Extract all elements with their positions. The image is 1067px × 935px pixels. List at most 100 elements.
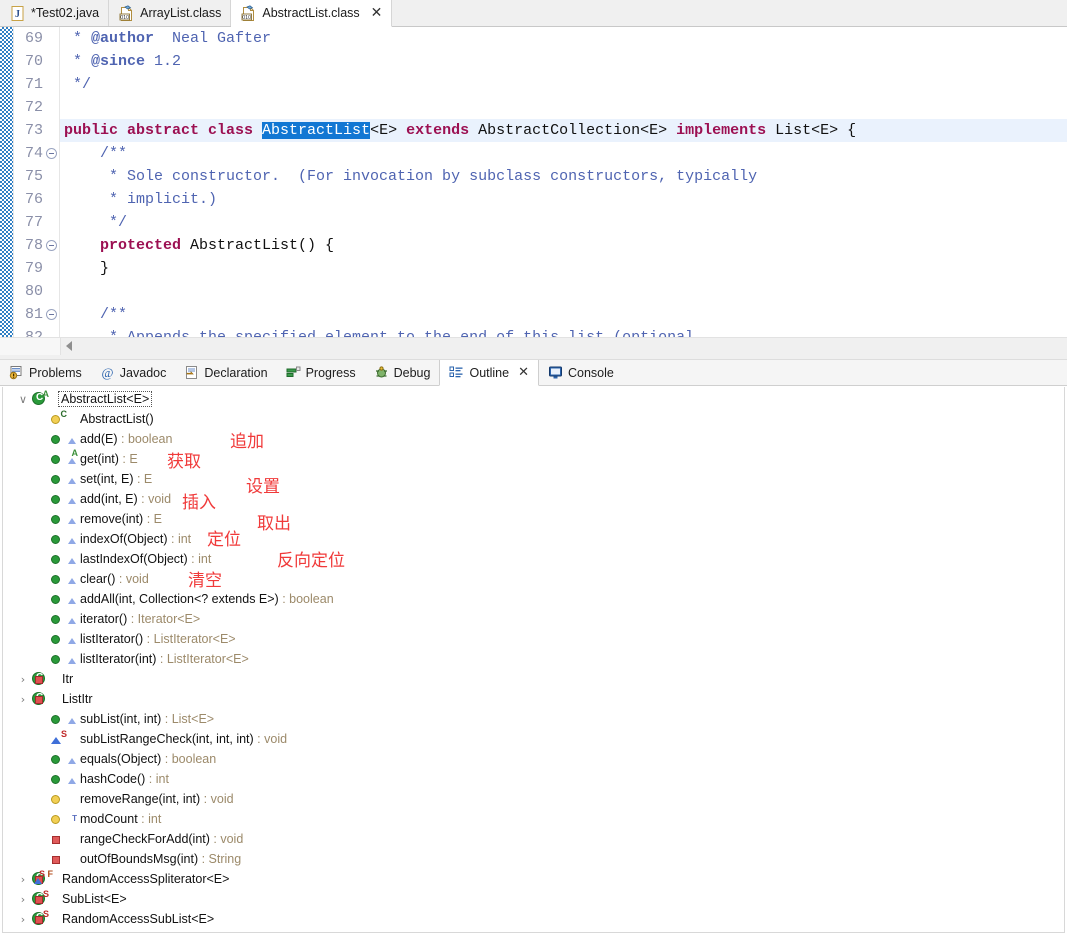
code-line[interactable]: * Appends the specified element to the e… xyxy=(60,326,1067,337)
outline-row[interactable]: ∨A AbstractList<E> xyxy=(3,389,1064,409)
chevron-right-icon[interactable]: › xyxy=(15,913,31,926)
view-tab-javadoc[interactable]: @ Javadoc xyxy=(91,360,176,385)
outline-item-name: listIterator(int) xyxy=(80,652,157,666)
outline-row[interactable]: ›SF RandomAccessSpliterator<E> xyxy=(3,869,1064,889)
outline-row[interactable]: indexOf(Object) : int xyxy=(3,529,1064,549)
outline-row[interactable]: remove(int) : E xyxy=(3,509,1064,529)
code-line[interactable]: * @since 1.2 xyxy=(60,50,1067,73)
outline-row[interactable]: iterator() : Iterator<E> xyxy=(3,609,1064,629)
outline-tree[interactable]: ∨AAbstractList<E>CAbstractList() add(E) :… xyxy=(2,387,1065,933)
fold-collapse-icon[interactable] xyxy=(46,309,57,320)
view-tab-debug[interactable]: Debug xyxy=(365,360,440,385)
fold-collapse-icon[interactable] xyxy=(46,240,57,251)
code-line[interactable]: * Sole constructor. (For invocation by s… xyxy=(60,165,1067,188)
javadoc-icon: @ xyxy=(100,365,115,380)
editor-tab-label: *Test02.java xyxy=(31,6,100,20)
outline-row[interactable]: › ListItr xyxy=(3,689,1064,709)
outline-item-label: hashCode() : int xyxy=(80,772,169,786)
line-number: 80 xyxy=(24,283,43,300)
outline-row[interactable]: Aget(int) : E xyxy=(3,448,1064,469)
view-tab-declaration[interactable]: Declaration xyxy=(175,360,276,385)
outline-item-label: subList(int, int) : List<E> xyxy=(80,712,214,726)
close-icon[interactable]: ✕ xyxy=(371,6,383,20)
code-token: @since xyxy=(91,53,146,70)
outline-row[interactable]: SsubListRangeCheck(int, int, int) : void xyxy=(3,729,1064,749)
outline-item-type: : List<E> xyxy=(161,712,215,726)
code-line[interactable] xyxy=(60,96,1067,119)
outline-row[interactable]: TmodCount : int xyxy=(3,809,1064,829)
outline-row[interactable]: ›S SubList<E> xyxy=(3,889,1064,909)
view-tab-label: Declaration xyxy=(204,365,268,380)
editor-tab-1[interactable]: 010 ArrayList.class xyxy=(109,0,232,26)
outline-item-type: : int xyxy=(145,772,169,786)
view-tab-progress[interactable]: Progress xyxy=(277,360,365,385)
editor-horizontal-scrollbar[interactable] xyxy=(0,337,1067,355)
code-line[interactable]: */ xyxy=(60,211,1067,234)
chevron-right-icon[interactable]: › xyxy=(15,693,31,706)
outline-item-label: add(E) : boolean xyxy=(80,432,172,446)
view-tab-outline[interactable]: Outline ✕ xyxy=(439,360,539,386)
outline-row[interactable]: ›S RandomAccessSubList<E> xyxy=(3,909,1064,929)
fold-collapse-icon[interactable] xyxy=(46,148,57,159)
scrollbar-track[interactable] xyxy=(77,337,1067,355)
code-line[interactable]: */ xyxy=(60,73,1067,96)
code-line[interactable]: } xyxy=(60,257,1067,280)
close-icon[interactable]: ✕ xyxy=(518,365,529,380)
outline-row[interactable]: listIterator() : ListIterator<E> xyxy=(3,629,1064,649)
code-editor[interactable]: 69 70 71 72 73 74 75 76 77 78 79 80 81 82 * @author N… xyxy=(0,27,1067,337)
outline-row[interactable]: subList(int, int) : List<E> xyxy=(3,709,1064,729)
chevron-right-icon[interactable]: › xyxy=(15,673,31,686)
outline-item-type: : int xyxy=(187,552,212,566)
outline-row[interactable]: rangeCheckForAdd(int) : void xyxy=(3,829,1064,849)
view-tab-console[interactable]: Console xyxy=(539,360,623,385)
outline-row[interactable]: equals(Object) : boolean xyxy=(3,749,1064,769)
code-line[interactable] xyxy=(60,280,1067,303)
code-line[interactable]: /** xyxy=(60,303,1067,326)
outline-row[interactable]: add(E) : boolean xyxy=(3,429,1064,449)
chevron-right-icon[interactable]: › xyxy=(15,873,31,886)
editor-tab-2-active[interactable]: 010 AbstractList.class ✕ xyxy=(231,0,393,27)
member-modifier-icon xyxy=(48,691,60,707)
change-ruler xyxy=(0,27,14,337)
code-line[interactable]: protected AbstractList() { xyxy=(60,234,1067,257)
chevron-right-icon[interactable]: › xyxy=(15,893,31,906)
outline-row[interactable]: C AbstractList() xyxy=(3,409,1064,429)
outline-item-type: : boolean xyxy=(117,432,173,446)
outline-item-name: ListItr xyxy=(62,692,93,706)
outline-item-name: AbstractList() xyxy=(80,412,154,426)
chevron-down-icon[interactable]: ∨ xyxy=(15,393,31,406)
outline-row[interactable]: listIterator(int) : ListIterator<E> xyxy=(3,649,1064,669)
code-text-area[interactable]: * @author Neal Gafter * @since 1.2 */ pub… xyxy=(60,27,1067,337)
outline-item-label: lastIndexOf(Object) : int xyxy=(80,552,211,566)
outline-row[interactable]: add(int, E) : void xyxy=(3,489,1064,509)
editor-tab-0[interactable]: J *Test02.java xyxy=(0,0,110,26)
private-member-glyph xyxy=(52,856,60,864)
static-method-glyph xyxy=(51,737,61,744)
code-line[interactable]: public abstract class AbstractList<E> ex… xyxy=(60,119,1067,142)
outline-item-name: RandomAccessSubList<E> xyxy=(62,912,215,926)
outline-row[interactable]: lastIndexOf(Object) : int xyxy=(3,549,1064,569)
outline-row[interactable]: addAll(int, Collection<? extends E>) : b… xyxy=(3,589,1064,609)
protected-member-glyph xyxy=(51,815,60,824)
outline-row[interactable]: removeRange(int, int) : void xyxy=(3,789,1064,809)
code-line[interactable]: * @author Neal Gafter xyxy=(60,27,1067,50)
outline-row[interactable]: set(int, E) : E xyxy=(3,469,1064,489)
view-tab-bar-filler xyxy=(623,360,1067,385)
scroll-left-arrow-icon[interactable] xyxy=(61,338,77,354)
code-line[interactable]: * implicit.) xyxy=(60,188,1067,211)
outline-row[interactable]: › Itr xyxy=(3,669,1064,689)
view-tab-problems[interactable]: Problems xyxy=(0,360,91,385)
member-modifier-icon xyxy=(66,491,78,507)
member-modifier-icon xyxy=(66,771,78,787)
outline-row[interactable]: clear() : void xyxy=(3,569,1064,589)
outline-item-label: ListItr xyxy=(62,692,93,706)
code-line[interactable]: /** xyxy=(60,142,1067,165)
outline-item-label: equals(Object) : boolean xyxy=(80,752,216,766)
member-modifier-icon xyxy=(66,791,78,807)
overrides-marker-icon xyxy=(68,658,76,664)
outline-row[interactable]: hashCode() : int xyxy=(3,769,1064,789)
outline-row[interactable]: outOfBoundsMsg(int) : String xyxy=(3,849,1064,869)
method-green-icon xyxy=(49,431,66,447)
code-token: @author xyxy=(91,30,155,47)
outline-item-type: : ListIterator<E> xyxy=(143,632,236,646)
